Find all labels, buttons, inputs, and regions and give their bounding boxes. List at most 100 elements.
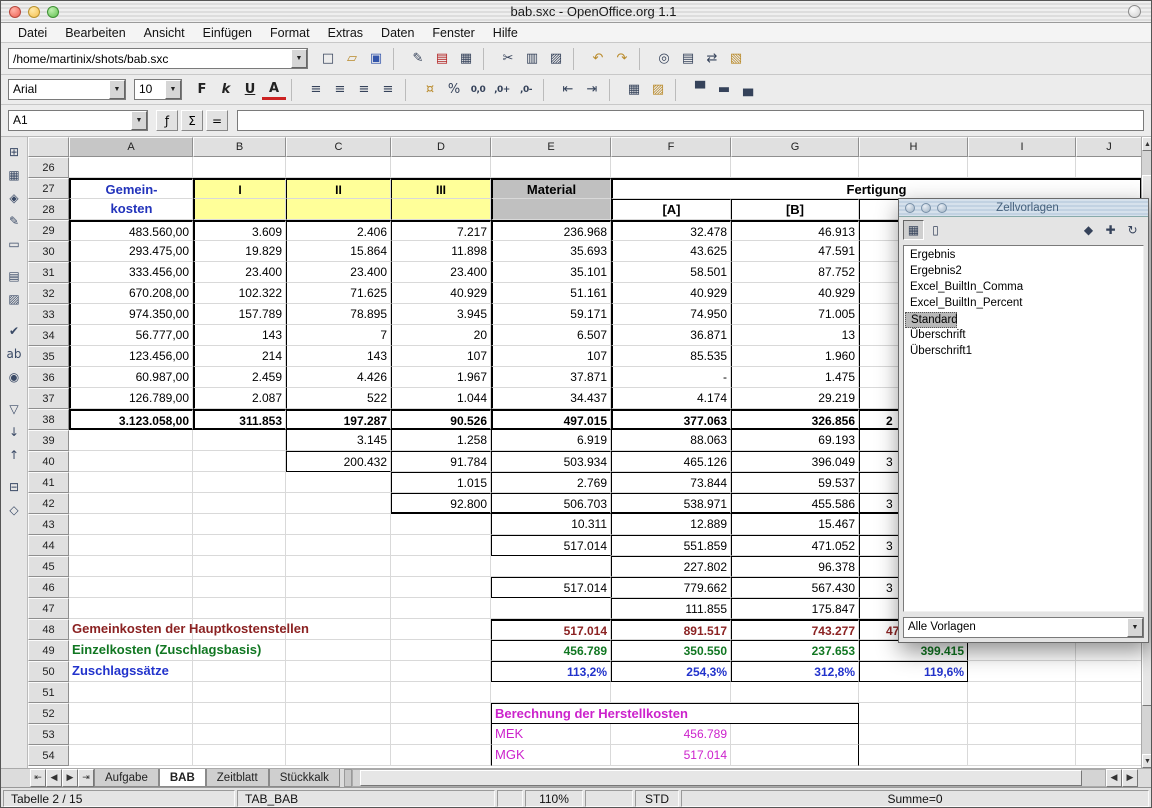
stylist-minimize-button[interactable]	[921, 203, 931, 213]
update-style-icon[interactable]: ↻	[1122, 220, 1143, 240]
cell-D41[interactable]: 1.015	[391, 472, 491, 493]
url-dropdown-button[interactable]: ▼	[291, 49, 307, 68]
cell-E54[interactable]: MGK	[491, 745, 611, 766]
cell-C41[interactable]	[286, 472, 391, 493]
align-justify-icon[interactable]: ≡	[376, 78, 400, 102]
last-sheet-button[interactable]: ⇥	[78, 769, 94, 787]
cell-C52[interactable]	[286, 703, 391, 724]
cell-H52[interactable]	[859, 703, 968, 724]
edit-file-icon[interactable]: ✎	[406, 47, 430, 71]
cell-G32[interactable]: 40.929	[731, 283, 859, 304]
cell-E42[interactable]: 506.703	[491, 493, 611, 514]
cell-A41[interactable]	[69, 472, 193, 493]
column-header-E[interactable]: E	[491, 137, 611, 157]
align-center-vertical-icon[interactable]: ▬	[712, 78, 736, 102]
cell-C53[interactable]	[286, 724, 391, 745]
cell-B41[interactable]	[193, 472, 286, 493]
cell-F43[interactable]: 12.889	[611, 514, 731, 535]
cell-E48[interactable]: 517.014	[491, 619, 611, 640]
cell-E41[interactable]: 2.769	[491, 472, 611, 493]
stylist-zoom-button[interactable]	[937, 203, 947, 213]
cell-B40[interactable]	[193, 451, 286, 472]
tab-scroll-splitter[interactable]	[344, 769, 352, 787]
stylist-close-button[interactable]	[905, 203, 915, 213]
cell-H26[interactable]	[859, 157, 968, 178]
row-header-51[interactable]: 51	[28, 682, 69, 703]
column-header-H[interactable]: H	[859, 137, 968, 157]
themes-icon[interactable]: ▨	[2, 287, 26, 310]
column-header-J[interactable]: J	[1076, 137, 1141, 157]
cell-D52[interactable]	[391, 703, 491, 724]
sort-ascending-icon[interactable]: ↓	[2, 420, 26, 443]
menu-extras[interactable]: Extras	[319, 24, 372, 42]
cell-F41[interactable]: 73.844	[611, 472, 731, 493]
cell-A30[interactable]: 293.475,00	[69, 241, 193, 262]
cell-B51[interactable]	[193, 682, 286, 703]
cell-F26[interactable]	[611, 157, 731, 178]
cell-styles-icon[interactable]: ▦	[903, 220, 924, 240]
sheet-tab-bab[interactable]: BAB	[159, 769, 206, 787]
cell-F49[interactable]: 350.550	[611, 640, 731, 661]
cell-E36[interactable]: 37.871	[491, 367, 611, 388]
cell-F29[interactable]: 32.478	[611, 220, 731, 241]
insert-cells-icon[interactable]: ▦	[2, 163, 26, 186]
number-format-percent-icon[interactable]: %	[442, 78, 466, 102]
cell-C30[interactable]: 15.864	[286, 241, 391, 262]
cell-G31[interactable]: 87.752	[731, 262, 859, 283]
cut-icon[interactable]: ✂	[496, 47, 520, 71]
menu-bearbeiten[interactable]: Bearbeiten	[56, 24, 134, 42]
cell-A46[interactable]	[69, 577, 193, 598]
font-size-combo[interactable]: 10 ▼	[134, 79, 182, 100]
cell-B35[interactable]: 214	[193, 346, 286, 367]
cell-H49[interactable]: 399.415	[859, 640, 968, 661]
style-item-ergebnis[interactable]: Ergebnis	[905, 248, 1142, 264]
cell-C36[interactable]: 4.426	[286, 367, 391, 388]
row-header-43[interactable]: 43	[28, 514, 69, 535]
cell-A50[interactable]: Zuschlagssätze	[69, 661, 193, 682]
cell-B32[interactable]: 102.322	[193, 283, 286, 304]
select-all-corner[interactable]	[28, 137, 69, 157]
row-header-27[interactable]: 27	[28, 178, 69, 199]
cell-C37[interactable]: 522	[286, 388, 391, 409]
cell-F30[interactable]: 43.625	[611, 241, 731, 262]
cell-J54[interactable]	[1076, 745, 1141, 766]
cell-E31[interactable]: 35.101	[491, 262, 611, 283]
cell-E44[interactable]: 517.014	[491, 535, 611, 556]
cell-C51[interactable]	[286, 682, 391, 703]
cell-G53[interactable]	[731, 724, 859, 745]
cell-C40[interactable]: 200.432	[286, 451, 391, 472]
cell-G42[interactable]: 455.586	[731, 493, 859, 514]
font-color-icon[interactable]: A	[262, 79, 286, 100]
cell-F44[interactable]: 551.859	[611, 535, 731, 556]
cell-A39[interactable]	[69, 430, 193, 451]
cell-C45[interactable]	[286, 556, 391, 577]
cell-D36[interactable]: 1.967	[391, 367, 491, 388]
cell-A45[interactable]	[69, 556, 193, 577]
cell-A29[interactable]: 483.560,00	[69, 220, 193, 241]
cell-A52[interactable]	[69, 703, 193, 724]
cell-C35[interactable]: 143	[286, 346, 391, 367]
cell-D29[interactable]: 7.217	[391, 220, 491, 241]
row-header-35[interactable]: 35	[28, 346, 69, 367]
cell-G39[interactable]: 69.193	[731, 430, 859, 451]
cell-D39[interactable]: 1.258	[391, 430, 491, 451]
column-header-B[interactable]: B	[193, 137, 286, 157]
find-replace-icon[interactable]: ◉	[2, 365, 26, 388]
cell-F31[interactable]: 58.501	[611, 262, 731, 283]
sheet-tab-st-ckkalk[interactable]: Stückkalk	[269, 769, 340, 787]
menu-format[interactable]: Format	[261, 24, 319, 42]
number-format-currency-icon[interactable]: ¤	[418, 78, 442, 102]
cell-D53[interactable]	[391, 724, 491, 745]
cell-D33[interactable]: 3.945	[391, 304, 491, 325]
cell-B54[interactable]	[193, 745, 286, 766]
cell-B33[interactable]: 157.789	[193, 304, 286, 325]
style-item--berschrift1[interactable]: Überschrift1	[905, 344, 1142, 360]
cell-G46[interactable]: 567.430	[731, 577, 859, 598]
cell-F45[interactable]: 227.802	[611, 556, 731, 577]
cell-B27[interactable]: I	[193, 178, 286, 199]
row-header-30[interactable]: 30	[28, 241, 69, 262]
cell-C54[interactable]	[286, 745, 391, 766]
cell-B30[interactable]: 19.829	[193, 241, 286, 262]
insert-icon[interactable]: ⊞	[2, 140, 26, 163]
open-icon[interactable]: ▱	[340, 47, 364, 71]
